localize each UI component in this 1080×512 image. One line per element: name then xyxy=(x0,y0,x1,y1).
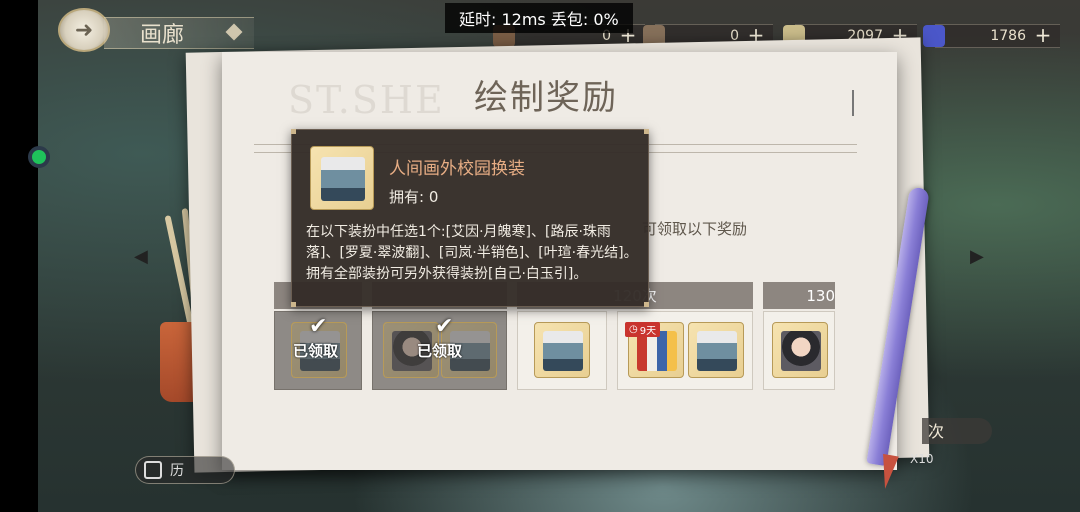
reward-slot-claimed[interactable]: ✔ 已领取 xyxy=(274,311,362,390)
claimed-label: 已领取 xyxy=(293,342,339,360)
reward-slot[interactable] xyxy=(517,311,607,390)
panel-title: 绘制奖励 xyxy=(474,78,618,118)
floating-ball-icon[interactable] xyxy=(28,146,50,168)
divider xyxy=(852,90,854,116)
back-arrow-icon: ➜ xyxy=(74,17,94,43)
corner-ornament xyxy=(291,129,296,134)
corner-ornament xyxy=(291,302,296,307)
tooltip-item-name: 人间画外校园换装 xyxy=(389,159,525,179)
tooltip-description: 在以下装扮中任选1个:[艾因·月魄寒]、[路辰·珠雨落]、[罗夏·翠波翻]、[司… xyxy=(306,224,638,282)
reward-hint: 可领取以下奖励 xyxy=(642,220,748,238)
item-tooltip: 人间画外校园换装 拥有: 0 在以下装扮中任选1个:[艾因·月魄寒]、[路辰·珠… xyxy=(291,129,649,307)
latency-indicator: 延时: 12ms 丢包: 0% xyxy=(445,3,633,33)
section-tab: 画廊 xyxy=(104,17,254,49)
clock-icon: ◷ xyxy=(629,324,638,335)
history-label: 历 xyxy=(170,463,184,479)
reward-slot-claimed[interactable]: ✔ 已领取 xyxy=(372,311,507,390)
draw-count-tab[interactable]: 次 xyxy=(922,418,992,444)
claimed-label: 已领取 xyxy=(417,342,463,360)
left-black-strip xyxy=(0,0,38,512)
flags-icon xyxy=(637,331,677,371)
multiplier-label: X10 xyxy=(910,452,934,466)
reward-slot[interactable] xyxy=(763,311,835,390)
section-label: 画廊 xyxy=(140,23,185,48)
bag-icon xyxy=(543,331,583,371)
time-limit-badge: ◷ 9天 xyxy=(625,322,661,337)
back-button[interactable]: ➜ xyxy=(58,8,110,52)
resource-value: 1786 xyxy=(990,28,1026,44)
reward-item[interactable] xyxy=(688,322,744,378)
check-icon: ✔ xyxy=(435,314,454,339)
tooltip-owned-count: 拥有: 0 xyxy=(389,188,439,206)
history-icon xyxy=(144,461,162,479)
next-arrow-icon[interactable]: ▶ xyxy=(970,246,984,267)
resource-counter-4: 1786 + xyxy=(923,24,1060,48)
reward-item[interactable] xyxy=(772,322,828,378)
panel-watermark: ST.SHE xyxy=(288,78,445,122)
timer-text: 9天 xyxy=(639,326,657,337)
bag-icon xyxy=(321,157,365,201)
prev-arrow-icon[interactable]: ◀ xyxy=(134,246,148,267)
reward-item[interactable] xyxy=(534,322,590,378)
corner-ornament xyxy=(644,302,649,307)
milestone-header: 130 xyxy=(763,282,835,309)
portrait-icon xyxy=(781,331,821,371)
bag-icon xyxy=(697,331,737,371)
corner-ornament xyxy=(644,129,649,134)
check-icon: ✔ xyxy=(309,314,328,339)
tooltip-item-thumbnail xyxy=(310,146,374,210)
diamond-gem-icon xyxy=(923,25,945,47)
diamond-icon xyxy=(225,23,243,41)
add-resource-button[interactable]: + xyxy=(1032,25,1054,47)
history-button[interactable]: 历 xyxy=(135,456,235,484)
